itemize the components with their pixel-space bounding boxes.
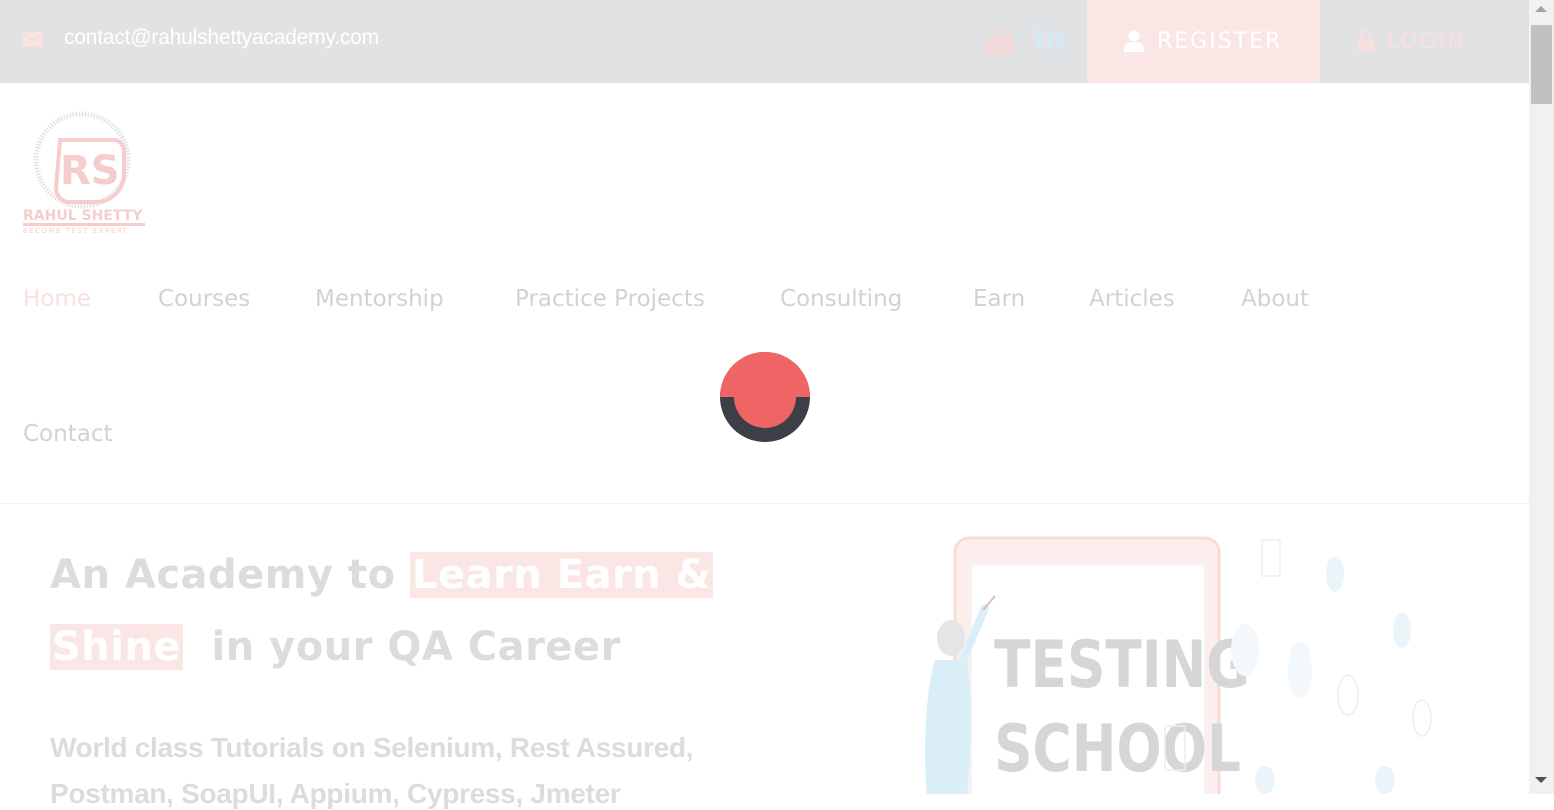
nav-divider	[0, 503, 1529, 504]
register-label[interactable]: REGISTER	[1157, 29, 1282, 54]
login-button[interactable]: LOGIN	[1387, 29, 1466, 54]
nav-item-mentorship[interactable]: Mentorship	[315, 286, 444, 312]
hero-heading-highlight-1: Learn Earn &	[410, 552, 714, 598]
nav-item-about[interactable]: About	[1241, 286, 1309, 312]
scroll-up-arrow-icon[interactable]	[1535, 6, 1547, 12]
hero-heading-suffix: in your QA Career	[211, 624, 621, 670]
lock-icon	[1357, 30, 1374, 51]
hero-heading-prefix: An Academy to	[50, 552, 396, 598]
mail-icon	[22, 32, 43, 47]
hero-heading-line-2: Shine in your QA Career	[50, 624, 621, 670]
illustration-text-testing: TESTING	[994, 628, 1250, 703]
nav-item-consulting[interactable]: Consulting	[780, 286, 902, 312]
nav-item-contact[interactable]: Contact	[23, 421, 112, 447]
hero-subtitle-line-2: Postman, SoapUI, Appium, Cypress, Jmeter	[50, 778, 621, 809]
vertical-scrollbar[interactable]	[1529, 0, 1554, 794]
hero-heading-highlight-2: Shine	[50, 624, 184, 670]
loading-spinner	[720, 352, 810, 442]
scrollbar-thumb[interactable]	[1531, 25, 1552, 104]
contact-email-link[interactable]: contact@rahulshettyacademy.com	[64, 26, 379, 50]
svg-text:Tube: Tube	[988, 42, 1013, 54]
hero-subtitle: World class Tutorials on Selenium, Rest …	[50, 732, 694, 763]
scroll-down-arrow-icon[interactable]	[1535, 777, 1547, 783]
nav-item-courses[interactable]: Courses	[158, 286, 250, 312]
youtube-icon[interactable]: You Tube	[985, 22, 1015, 56]
nav-item-home[interactable]: Home	[23, 286, 91, 312]
testing-school-illustration: TESTING SCHOOL	[925, 536, 1432, 794]
logo-name: RAHUL SHETTY	[23, 208, 143, 224]
nav-item-articles[interactable]: Articles	[1089, 286, 1175, 312]
logo-monogram: RS	[60, 148, 120, 194]
logo-tagline: BECOME TEST EXPERT	[23, 227, 128, 235]
linkedin-icon[interactable]: in	[1035, 26, 1066, 55]
svg-text:You: You	[989, 24, 1011, 38]
nav-item-practice-projects[interactable]: Practice Projects	[515, 286, 705, 312]
site-logo[interactable]: RS RAHUL SHETTY BECOME TEST EXPERT	[20, 108, 148, 236]
hero-heading-line-1: An Academy to Learn Earn &	[50, 552, 714, 598]
illustration-text-school: SCHOOL	[994, 712, 1241, 787]
nav-item-earn[interactable]: Earn	[973, 286, 1025, 312]
user-icon	[1124, 30, 1144, 52]
